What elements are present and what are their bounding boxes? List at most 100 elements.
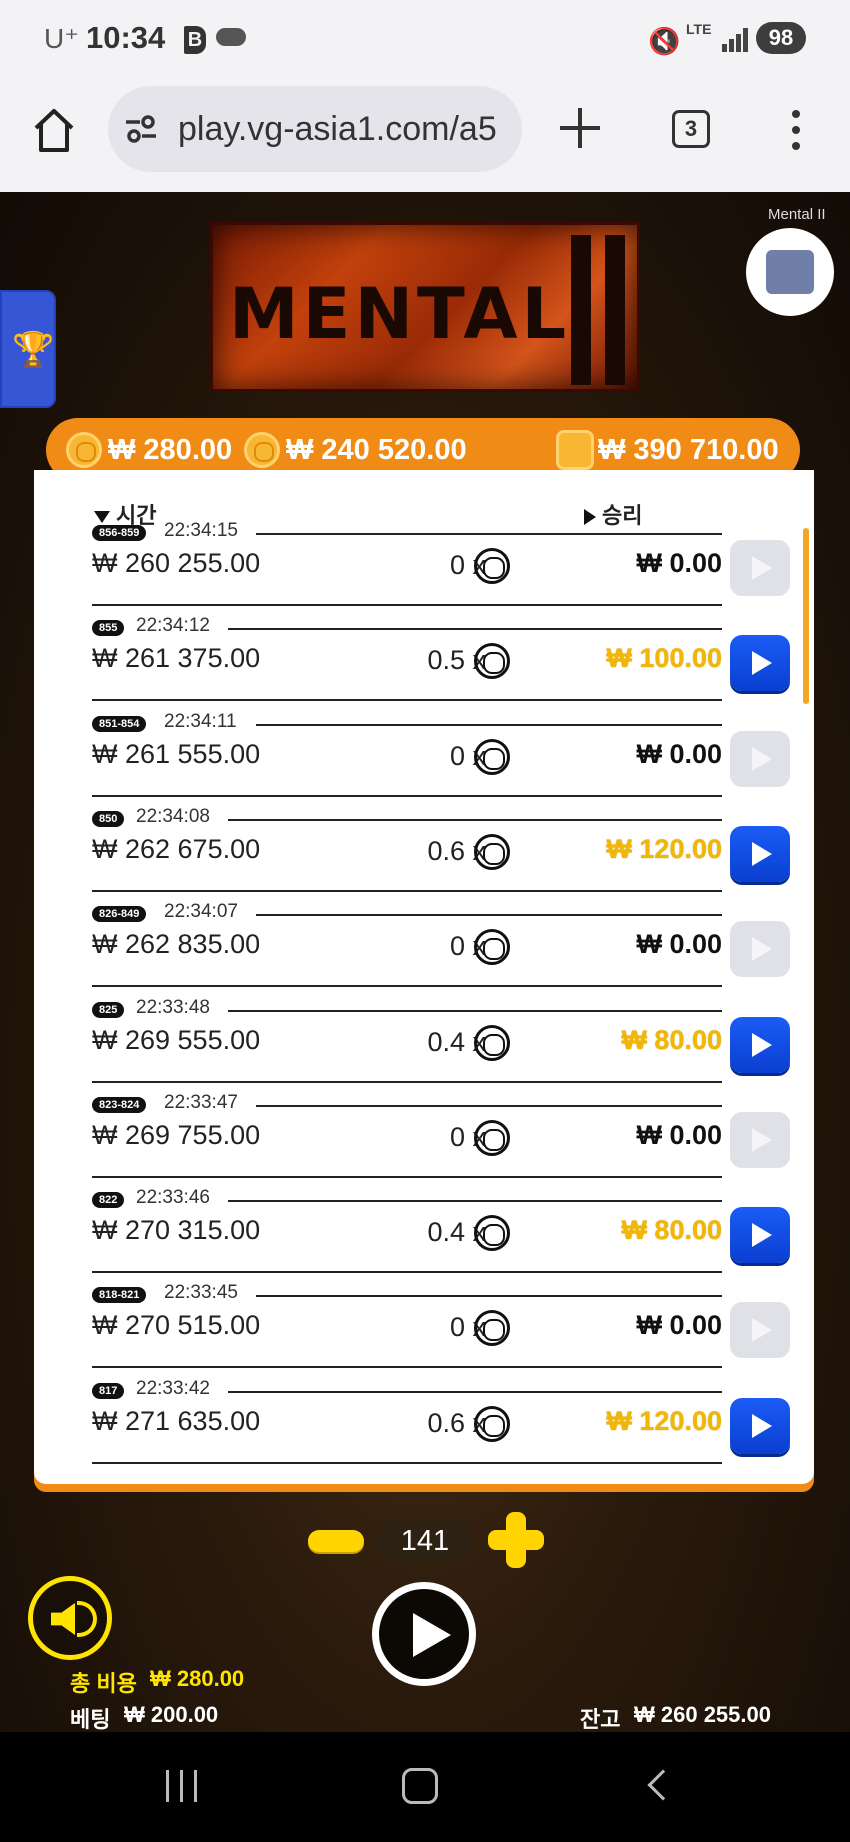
battery-icon: 98 [756, 22, 806, 54]
history-row: 826-849 22:34:07 ₩ 262 835.00 0 x ₩ 0.00 [92, 901, 722, 996]
round-multiplier: 0.6 x [427, 1407, 486, 1438]
coin-icon [474, 643, 510, 680]
replay-button[interactable] [730, 1302, 790, 1359]
round-bet: ₩ 270 315.00 [92, 1215, 261, 1246]
replay-button[interactable] [730, 1016, 790, 1073]
divider [92, 889, 722, 892]
balance-value: ₩ 260 255.00 [634, 1702, 771, 1727]
coin-icon [474, 1310, 510, 1347]
round-tag: 822 [92, 1192, 125, 1209]
divider [92, 604, 722, 606]
round-bet: ₩ 269 555.00 [92, 1024, 261, 1055]
replay-button[interactable] [730, 1397, 790, 1454]
sound-button[interactable] [28, 1576, 112, 1660]
round-win: ₩ 0.00 [636, 738, 722, 769]
round-tag: 823-824 [92, 1096, 147, 1113]
site-settings-icon[interactable] [124, 114, 158, 144]
bet-label: 베팅 [70, 1707, 111, 1732]
round-tag: 851-854 [92, 715, 147, 732]
game-title-label: Mental II [768, 206, 826, 223]
round-win: ₩ 0.00 [636, 1119, 722, 1150]
clock: 10:34 [86, 20, 166, 55]
bet-value: ₩ 200.00 [124, 1702, 219, 1727]
coin-icon [474, 1405, 510, 1442]
round-time: 22:34:15 [164, 520, 238, 541]
round-multiplier: 0 x [449, 740, 486, 771]
round-multiplier: 0.5 x [427, 645, 486, 676]
round-bet: ₩ 261 555.00 [92, 738, 261, 769]
address-bar[interactable]: play.vg-asia1.com/a5 [108, 86, 522, 172]
recents-icon[interactable] [166, 1770, 200, 1802]
round-bet: ₩ 270 515.00 [92, 1310, 261, 1341]
mute-icon: 🔇 [648, 26, 681, 56]
history-row: 856-859 22:34:15 ₩ 260 255.00 0 x ₩ 0.00 [92, 520, 722, 615]
play-icon [752, 937, 772, 962]
round-multiplier: 0.6 x [427, 835, 486, 866]
divider [92, 1080, 722, 1083]
history-row: 855 22:34:12 ₩ 261 375.00 0.5 x ₩ 100.00 [92, 615, 722, 710]
history-row: 850 22:34:08 ₩ 262 675.00 0.6 x ₩ 120.00 [92, 806, 722, 901]
divider [228, 818, 722, 821]
play-button[interactable] [372, 1582, 476, 1686]
wallet-value: ₩ 390 710.00 [598, 434, 779, 466]
replay-button[interactable] [730, 825, 790, 882]
total-cost-value: ₩ 280.00 [150, 1666, 245, 1691]
divider [92, 1175, 722, 1178]
increase-button[interactable] [488, 1512, 544, 1568]
round-win: ₩ 0.00 [636, 548, 722, 578]
history-panel: 시간 승리 856-859 22:34:15 ₩ 260 255.00 0 x ₩ 0.… [34, 470, 814, 1484]
play-icon [413, 1613, 451, 1657]
game-area: MENTAL Mental II 🏆 ₩ 280.00 ₩ 240 520.00… [0, 192, 850, 1732]
divider [92, 1366, 722, 1369]
divider [92, 1461, 722, 1464]
round-win: ₩ 0.00 [636, 1310, 722, 1341]
signal-icon [722, 28, 750, 52]
back-icon[interactable] [647, 1769, 679, 1801]
leaderboard-tab[interactable]: 🏆 [0, 290, 56, 408]
play-icon [752, 1032, 772, 1057]
replay-button[interactable] [730, 921, 790, 978]
round-time: 22:34:11 [164, 710, 237, 732]
divider [92, 794, 722, 797]
round-tag: 817 [92, 1382, 125, 1399]
round-multiplier: 0 x [449, 550, 486, 580]
game-logo: MENTAL [210, 222, 640, 392]
jackpot-coin-icon [244, 432, 280, 468]
home-icon[interactable] [32, 106, 76, 154]
play-icon [752, 841, 772, 866]
divider [92, 1271, 722, 1274]
replay-button[interactable] [730, 1207, 790, 1264]
tab-switcher-button[interactable]: 3 [672, 110, 710, 148]
replay-button[interactable] [730, 540, 790, 596]
divider [228, 1009, 722, 1012]
new-tab-icon[interactable] [560, 108, 600, 148]
play-icon [752, 1127, 772, 1152]
round-tag: 850 [92, 810, 125, 827]
trophy-icon: 🏆 [12, 331, 55, 369]
replay-button[interactable] [730, 635, 790, 692]
round-bet: ₩ 269 755.00 [92, 1119, 261, 1150]
round-time: 22:33:48 [136, 996, 210, 1018]
round-time: 22:34:12 [136, 615, 210, 637]
logo-roman-two-mark [571, 235, 625, 385]
round-win: ₩ 100.00 [606, 643, 722, 674]
round-win: ₩ 80.00 [621, 1215, 722, 1246]
history-row: 851-854 22:34:11 ₩ 261 555.00 0 x ₩ 0.00 [92, 711, 722, 806]
home-nav-icon[interactable] [402, 1768, 438, 1804]
scrollbar[interactable] [803, 528, 809, 704]
play-icon [752, 651, 772, 676]
round-win: ₩ 80.00 [621, 1024, 722, 1055]
more-menu-icon[interactable] [790, 110, 802, 150]
round-win: ₩ 120.00 [606, 1405, 722, 1436]
decrease-button[interactable] [308, 1530, 364, 1552]
round-multiplier: 0 x [449, 1121, 486, 1152]
round-multiplier: 0 x [449, 1312, 486, 1343]
cloud-icon [216, 28, 246, 46]
coin-icon [474, 548, 510, 584]
replay-button[interactable] [730, 1111, 790, 1168]
round-tag: 856-859 [92, 525, 147, 541]
replay-button[interactable] [730, 730, 790, 787]
fullscreen-button[interactable] [746, 228, 834, 316]
divider [228, 1390, 722, 1393]
status-bar: U⁺ 10:34 B 🔇 LTE 98 [0, 0, 850, 80]
